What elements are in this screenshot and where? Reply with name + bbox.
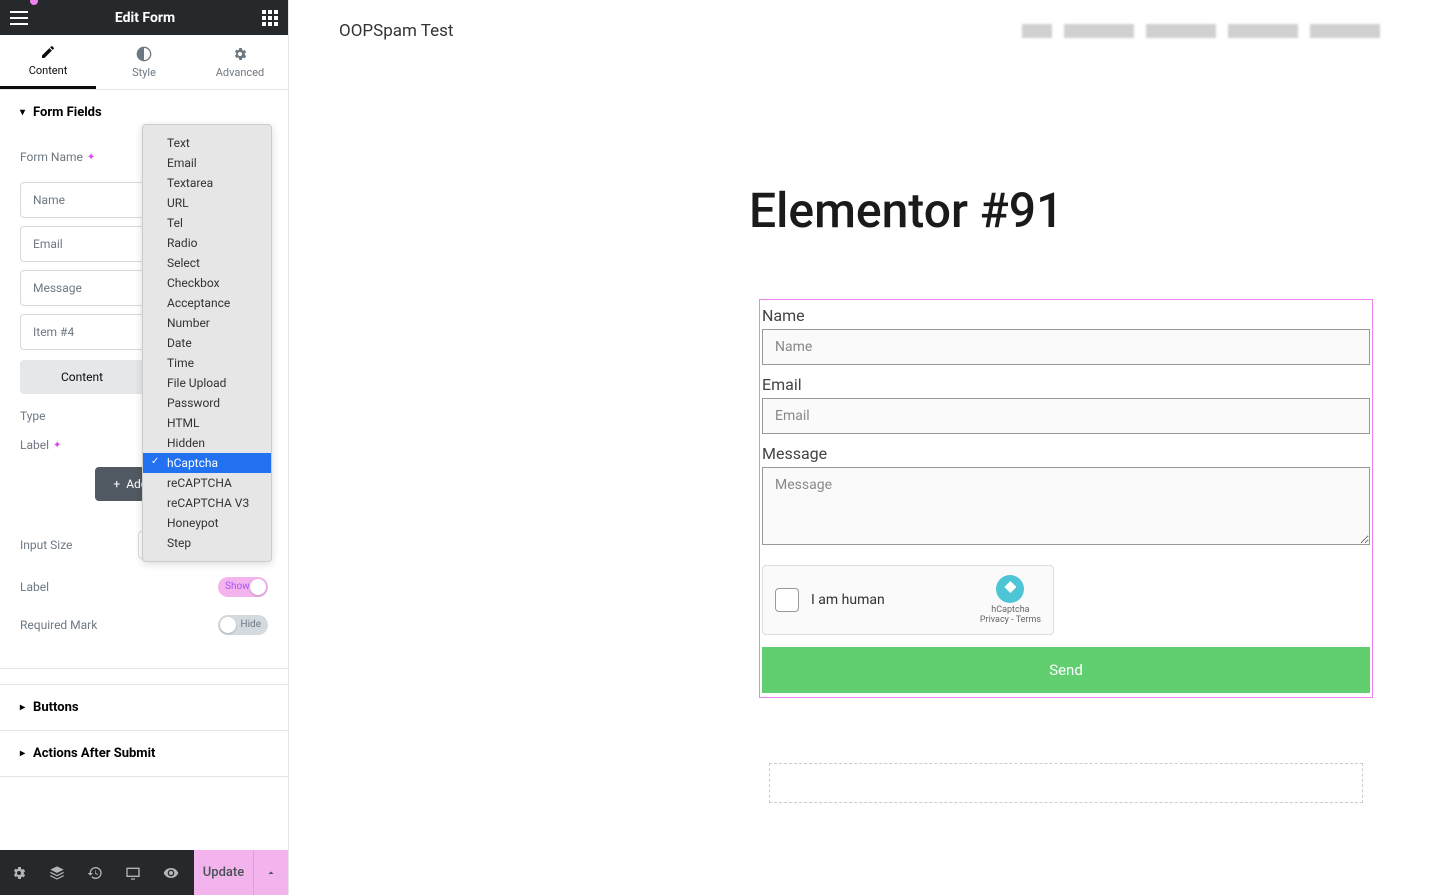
form-name-label: Form Name✦ xyxy=(20,150,95,164)
input-size-label: Input Size xyxy=(20,538,72,552)
tab-advanced[interactable]: Advanced xyxy=(192,35,288,89)
dropdown-item-checkbox[interactable]: Checkbox xyxy=(143,273,271,293)
tab-style[interactable]: Style xyxy=(96,35,192,89)
panel-header: Edit Form xyxy=(0,0,288,35)
captcha-brand: hCaptcha Privacy - Terms xyxy=(980,575,1041,625)
site-header: OOPSpam Test xyxy=(289,0,1430,62)
dropdown-item-url[interactable]: URL xyxy=(143,193,271,213)
dropdown-item-number[interactable]: Number xyxy=(143,313,271,333)
history-icon[interactable] xyxy=(76,850,114,895)
required-toggle[interactable]: Hide xyxy=(218,615,268,635)
dropdown-item-hidden[interactable]: Hidden xyxy=(143,433,271,453)
notification-dot xyxy=(30,0,38,5)
dropdown-item-time[interactable]: Time xyxy=(143,353,271,373)
dropdown-item-file-upload[interactable]: File Upload xyxy=(143,373,271,393)
panel-footer: Update xyxy=(0,850,288,895)
captcha-text: I am human xyxy=(811,592,980,608)
preview-name-label: Name xyxy=(760,304,1372,329)
label-toggle-label: Label xyxy=(20,580,49,594)
gear-icon xyxy=(232,46,248,62)
empty-widget-area[interactable] xyxy=(769,763,1363,803)
dropdown-item-date[interactable]: Date xyxy=(143,333,271,353)
send-button[interactable]: Send xyxy=(762,647,1370,693)
dropdown-item-tel[interactable]: Tel xyxy=(143,213,271,233)
tab-content[interactable]: Content xyxy=(0,35,96,89)
preview-icon[interactable] xyxy=(152,850,190,895)
panel-title: Edit Form xyxy=(115,10,175,26)
type-label: Type xyxy=(20,409,46,423)
sparkle-icon: ✦ xyxy=(87,152,95,163)
pencil-icon xyxy=(40,44,56,60)
update-button[interactable]: Update xyxy=(194,850,253,895)
dropdown-item-recaptcha-v3[interactable]: reCAPTCHA V3 xyxy=(143,493,271,513)
section-actions[interactable]: Actions After Submit xyxy=(0,731,288,776)
site-title: OOPSpam Test xyxy=(339,21,453,41)
hcaptcha-widget[interactable]: I am human hCaptcha Privacy - Terms xyxy=(762,565,1054,635)
dropdown-item-email[interactable]: Email xyxy=(143,153,271,173)
form-preview[interactable]: Name Email Message I am human hCaptcha P… xyxy=(759,299,1373,698)
required-toggle-label: Required Mark xyxy=(20,618,97,632)
sparkle-icon: ✦ xyxy=(53,440,61,451)
label-toggle[interactable]: Show xyxy=(218,577,268,597)
dropdown-item-select[interactable]: Select xyxy=(143,253,271,273)
layers-icon[interactable] xyxy=(38,850,76,895)
dropdown-item-recaptcha[interactable]: reCAPTCHA xyxy=(143,473,271,493)
apps-icon[interactable] xyxy=(262,10,278,26)
preview-message-input[interactable] xyxy=(762,467,1370,545)
label-label: Label✦ xyxy=(20,438,61,452)
section-buttons[interactable]: Buttons xyxy=(0,685,288,730)
dropdown-item-radio[interactable]: Radio xyxy=(143,233,271,253)
hcaptcha-logo-icon xyxy=(996,575,1024,603)
panel-tabs: Content Style Advanced xyxy=(0,35,288,90)
dropdown-item-html[interactable]: HTML xyxy=(143,413,271,433)
preview-name-input[interactable] xyxy=(762,329,1370,365)
dropdown-item-acceptance[interactable]: Acceptance xyxy=(143,293,271,313)
preview-message-label: Message xyxy=(760,442,1372,467)
page-title: Elementor #91 xyxy=(749,182,1430,239)
dropdown-item-textarea[interactable]: Textarea xyxy=(143,173,271,193)
contrast-icon xyxy=(136,46,152,62)
responsive-icon[interactable] xyxy=(114,850,152,895)
preview-email-label: Email xyxy=(760,373,1372,398)
dropdown-item-password[interactable]: Password xyxy=(143,393,271,413)
captcha-checkbox[interactable] xyxy=(775,588,799,612)
dropdown-item-step[interactable]: Step xyxy=(143,533,271,553)
settings-icon[interactable] xyxy=(0,850,38,895)
preview-email-input[interactable] xyxy=(762,398,1370,434)
preview-canvas: OOPSpam Test Elementor #91 Name Email Me… xyxy=(289,0,1430,895)
dropdown-item-hcaptcha[interactable]: hCaptcha xyxy=(143,453,271,473)
subtab-content[interactable]: Content xyxy=(20,360,144,394)
dropdown-item-honeypot[interactable]: Honeypot xyxy=(143,513,271,533)
dropdown-item-text[interactable]: Text xyxy=(143,133,271,153)
nav-blurred xyxy=(1022,24,1380,38)
chevron-up-icon[interactable] xyxy=(253,850,288,895)
plus-icon: + xyxy=(113,477,120,491)
menu-icon[interactable] xyxy=(10,11,28,25)
type-dropdown: TextEmailTextareaURLTelRadioSelectCheckb… xyxy=(142,124,272,562)
